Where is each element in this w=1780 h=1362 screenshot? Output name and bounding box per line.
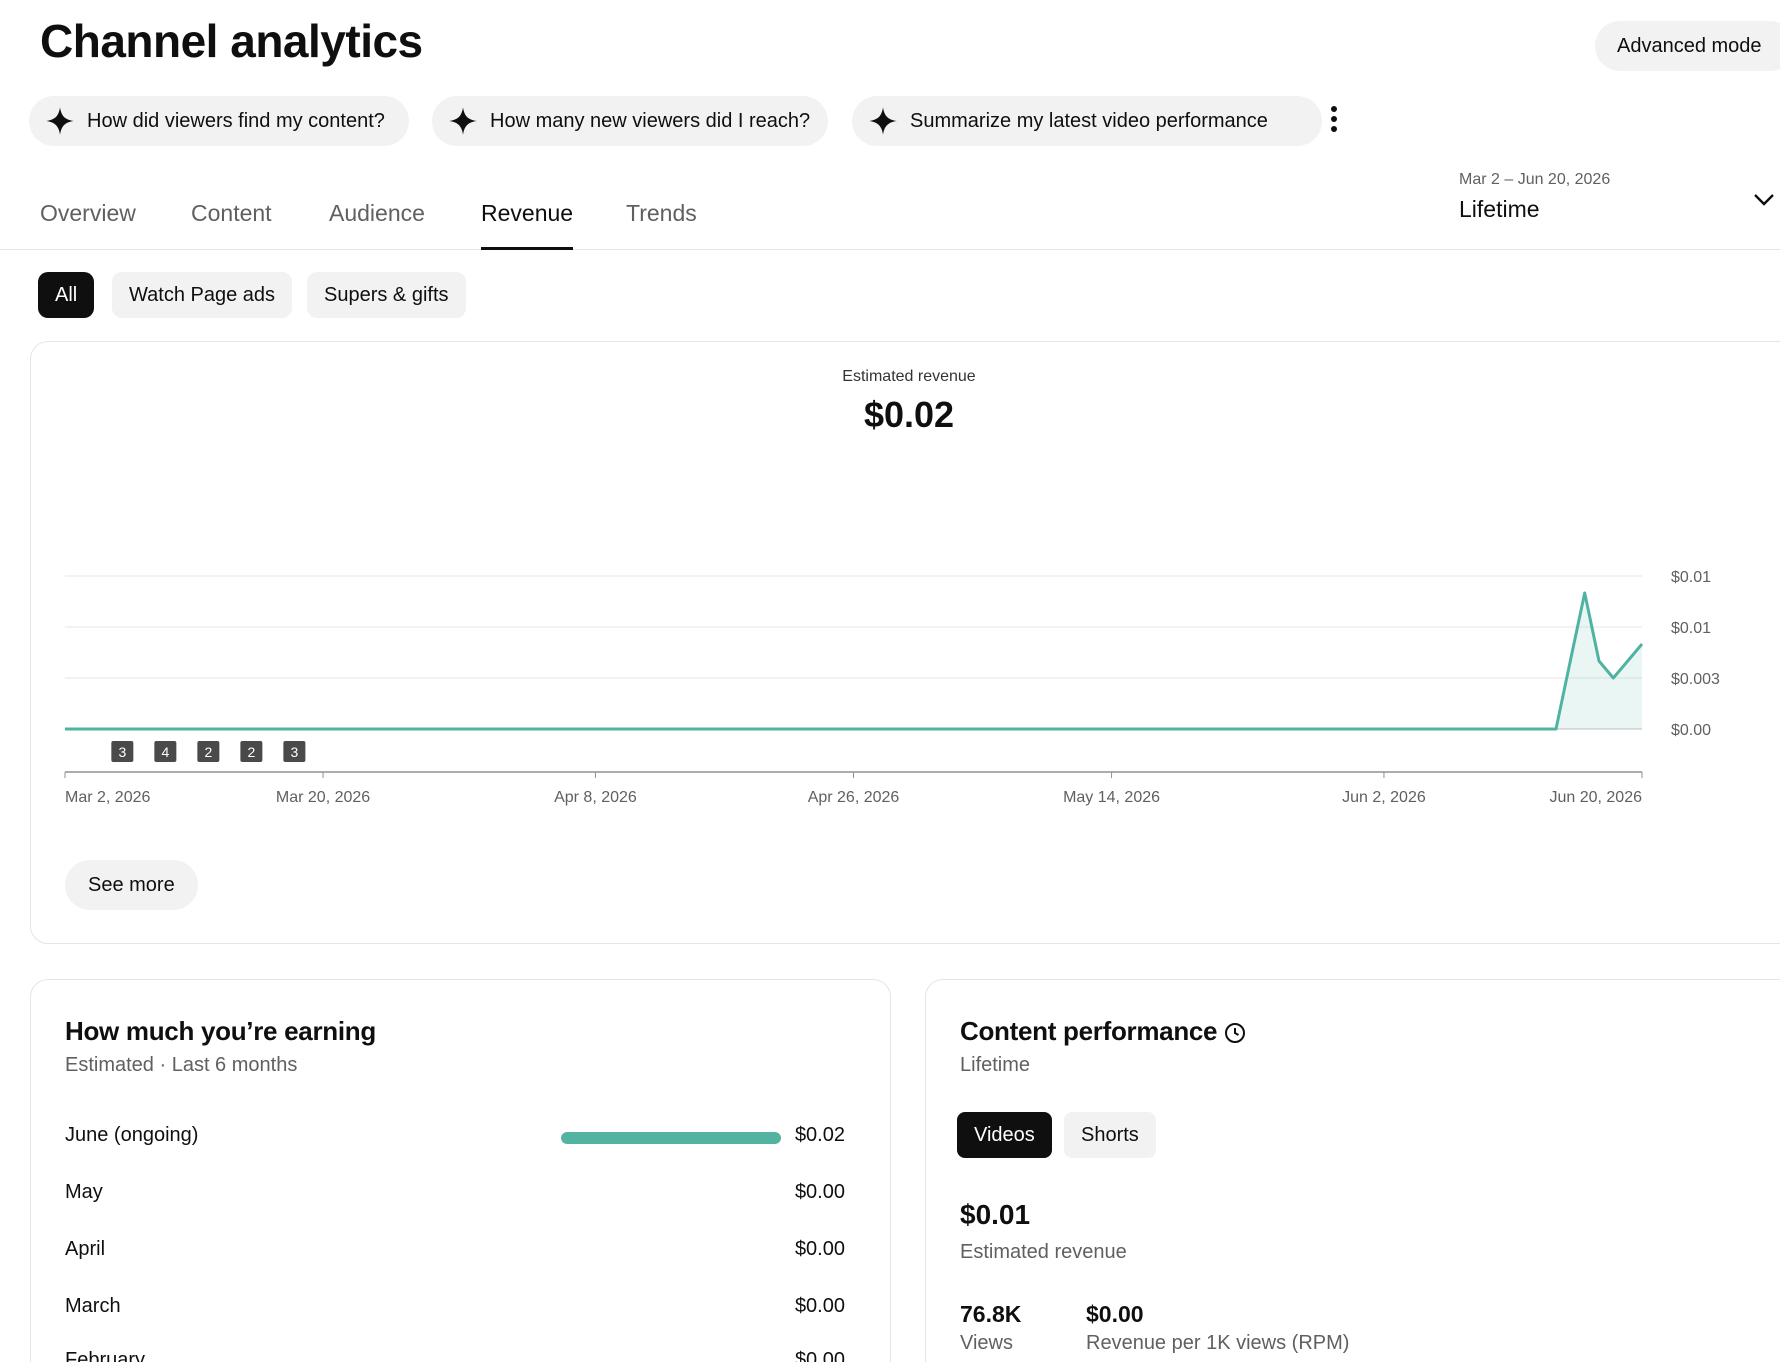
segment-videos[interactable]: Videos [957,1112,1052,1158]
x-tick-label: Apr 26, 2026 [808,789,900,806]
see-more-button[interactable]: See more [65,860,198,910]
earning-row: March $0.00 [65,1295,845,1325]
segment-shorts[interactable]: Shorts [1064,1112,1156,1158]
earning-bar [561,1132,781,1144]
earning-month: May [65,1181,103,1203]
performance-title: Content performance [960,1016,1218,1046]
x-tick-label: Jun 20, 2026 [1549,789,1642,806]
x-tick-label: Mar 2, 2026 [65,789,150,806]
views-value: 76.8K [960,1301,1022,1327]
suggestion-label: How many new viewers did I reach? [490,109,811,132]
y-tick-label: $0.01 [1671,620,1711,637]
earning-row: June (ongoing) $0.02 [65,1124,845,1154]
estimated-revenue-label: Estimated revenue [960,1241,1127,1263]
suggestion-chip-new-viewers[interactable]: How many new viewers did I reach? [432,96,828,146]
tab-audience[interactable]: Audience [329,200,425,250]
earning-row: February $0.00 [65,1349,845,1362]
content-performance-card: Content performance Lifetime Videos Shor… [925,979,1780,1362]
revenue-chart-card: Estimated revenue $0.02 $0.00 $0.003 $0.01… [30,341,1780,944]
more-options-icon[interactable] [1322,104,1346,136]
video-marker-label: 3 [290,744,298,760]
series-line [65,591,1644,731]
filter-supers-gifts[interactable]: Supers & gifts [307,272,466,318]
clock-icon[interactable] [1223,1021,1247,1045]
video-marker-label: 2 [247,744,255,760]
earning-value: $0.00 [794,1238,845,1260]
earning-subtitle: Estimated · Last 6 months [65,1054,298,1076]
earning-value: $0.00 [794,1349,845,1362]
video-marker-label: 4 [161,744,169,760]
earning-row: April $0.00 [65,1238,845,1268]
sparkle-icon [46,107,74,135]
earning-bar-fill [561,1132,781,1144]
x-tick-label: Apr 8, 2026 [554,789,637,806]
tab-overview[interactable]: Overview [40,200,136,250]
suggestion-chip-viewers-find[interactable]: How did viewers find my content? [29,96,409,146]
x-tick-label: May 14, 2026 [1063,789,1160,806]
x-tick-label: Jun 2, 2026 [1342,789,1426,806]
filter-watch-page-ads[interactable]: Watch Page ads [112,272,293,318]
filter-all[interactable]: All [38,272,95,318]
earning-month: April [65,1238,106,1260]
earning-title: How much you’re earning [65,1016,376,1046]
video-marker-label: 2 [204,744,212,760]
suggestion-chip-summarize[interactable]: Summarize my latest video performance [852,96,1322,146]
earning-row: May $0.00 [65,1181,845,1211]
date-range-label[interactable]: Lifetime [1459,196,1540,223]
earning-month: March [65,1295,121,1317]
series-area [65,593,1642,729]
sparkle-icon [449,107,477,135]
earning-card: How much you’re earning Estimated · Last… [30,979,891,1362]
estimated-revenue-value: $0.01 [960,1199,1031,1230]
y-tick-label: $0.01 [1671,569,1711,586]
revenue-chart[interactable]: $0.00 $0.003 $0.01 $0.01 Mar 2, 2026 Mar 20, … [31,342,1780,862]
suggestion-label: How did viewers find my content? [87,109,385,132]
page-title: Channel analytics [40,15,423,67]
earning-value: $0.00 [794,1181,845,1203]
date-range-text[interactable]: Mar 2 – Jun 20, 2026 [1459,171,1610,189]
tab-content[interactable]: Content [191,200,272,250]
earning-value: $0.00 [794,1295,845,1317]
performance-subtitle: Lifetime [960,1054,1031,1076]
suggestion-label: Summarize my latest video performance [910,109,1268,132]
earning-value: $0.02 [794,1124,845,1146]
views-label: Views [960,1332,1013,1354]
x-tick-label: Mar 20, 2026 [276,789,370,806]
earning-month: June (ongoing) [65,1124,199,1146]
sparkle-icon [869,107,897,135]
video-marker-label: 3 [118,744,126,760]
rpm-label: Revenue per 1K views (RPM) [1086,1332,1350,1354]
y-tick-label: $0.003 [1671,671,1720,688]
chevron-down-icon[interactable] [1752,189,1776,209]
y-tick-label: $0.00 [1671,722,1711,739]
earning-month: February [65,1349,146,1362]
advanced-mode-button[interactable]: Advanced mode [1595,21,1780,71]
tab-trends[interactable]: Trends [626,200,697,250]
rpm-value: $0.00 [1086,1301,1144,1327]
tab-revenue[interactable]: Revenue [481,200,574,250]
